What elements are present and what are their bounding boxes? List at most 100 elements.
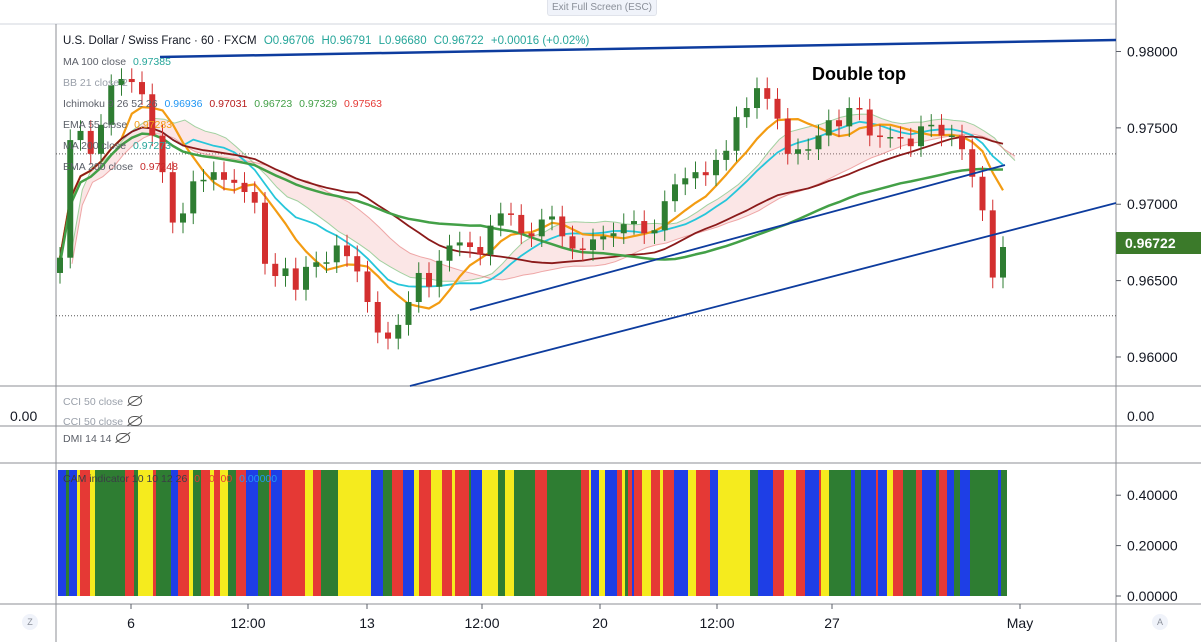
hidden-eye-icon[interactable]	[116, 433, 131, 443]
cam-bar	[851, 470, 855, 596]
legend-value: 0.97385	[132, 56, 171, 68]
candle-body	[907, 138, 914, 147]
price-tick-label: 0.98000	[1127, 43, 1178, 59]
legend-value: 0.97329	[299, 98, 338, 110]
last-price-label: 0.96722	[1116, 232, 1201, 254]
cam-bar	[271, 470, 282, 596]
cam-bar	[80, 470, 90, 596]
cam-bar	[471, 470, 482, 596]
cam-bar	[305, 470, 313, 596]
cam-bar	[605, 470, 617, 596]
cam-bar	[134, 470, 138, 596]
cam-bar	[936, 470, 939, 596]
legend-ma200[interactable]: MA 200 close 0.97273	[63, 140, 171, 152]
price-tick-label: 0.96500	[1127, 273, 1178, 289]
cam-value: 0.50000	[194, 473, 233, 485]
cam-bar	[258, 470, 261, 596]
time-tick-label: May	[1007, 615, 1033, 631]
cam-bar	[90, 470, 95, 596]
legend-bb[interactable]: BB 21 close 2	[63, 77, 128, 89]
candle-body	[928, 124, 935, 127]
candle-body	[918, 126, 924, 147]
dmi-legend[interactable]: DMI 14 14	[63, 433, 131, 445]
auto-scale-button[interactable]: A	[1152, 614, 1168, 630]
candle-body	[395, 324, 402, 339]
cam-bar	[642, 470, 651, 596]
cam-bar	[560, 470, 564, 596]
cam-bar	[106, 470, 114, 596]
candle-body	[723, 150, 730, 160]
cam-bar	[939, 470, 947, 596]
cci-legend-2[interactable]: CCI 50 close	[63, 416, 143, 428]
cam-bar	[482, 470, 493, 596]
cam-bar	[628, 470, 632, 596]
cam-bar	[674, 470, 688, 596]
cam-bar	[383, 470, 392, 596]
cam-bar	[696, 470, 710, 596]
candle-body	[139, 82, 145, 95]
chart-canvas[interactable]: 0.98000 0.97500 0.97000 0.96500 0.96000 Doubl…	[0, 0, 1201, 642]
candle-body	[200, 179, 207, 182]
cam-bar	[984, 470, 991, 596]
legend-ichimoku[interactable]: Ichimoku 9 26 52 26 0.96936 0.97031 0.96…	[63, 98, 382, 110]
low-value: L0.96680	[378, 35, 427, 47]
symbol-name[interactable]: U.S. Dollar / Swiss Franc · 60 · FXCM	[63, 35, 257, 47]
cam-bar	[201, 470, 210, 596]
candle-body	[959, 135, 965, 150]
cci-legend-1[interactable]: CCI 50 close	[63, 396, 143, 408]
exit-fullscreen-button[interactable]: Exit Full Screen (ESC)	[547, 0, 657, 16]
cam-bar	[442, 470, 452, 596]
candle-body	[692, 172, 699, 179]
cam-bar	[338, 470, 343, 596]
cam-bar	[502, 470, 505, 596]
cam-bar	[991, 470, 998, 596]
candle-body	[77, 130, 84, 141]
cam-bar	[819, 470, 821, 596]
cam-bar	[903, 470, 916, 596]
cam-bar	[589, 470, 591, 596]
cam-bar	[893, 470, 903, 596]
cam-legend[interactable]: CAM indicator 10 10 12 26 0.50000 0.0000…	[63, 473, 277, 485]
candle-body	[754, 88, 760, 109]
legend-ma100[interactable]: MA 100 close 0.97385	[63, 56, 171, 68]
legend-ema55[interactable]: EMA 55 close 0.97283	[63, 119, 172, 131]
candle-body	[528, 233, 535, 237]
cam-bar	[125, 470, 134, 596]
zoom-button[interactable]: Z	[22, 614, 38, 630]
cam-bar	[178, 470, 189, 596]
cam-bar	[731, 470, 740, 596]
candle-body	[877, 135, 883, 138]
time-tick-label: 6	[127, 615, 135, 631]
cam-bar	[1001, 470, 1007, 596]
candle-body	[405, 301, 412, 325]
hidden-eye-icon[interactable]	[128, 416, 143, 426]
legend-ema200[interactable]: EMA 200 close 0.97248	[63, 161, 178, 173]
candle-body	[682, 178, 689, 185]
price-tick-label: 0.97500	[1127, 120, 1178, 136]
legend-label: Ichimoku 9 26 52 26	[63, 98, 158, 110]
cam-bar	[220, 470, 223, 596]
candle-body	[210, 172, 217, 180]
cam-bar	[297, 470, 305, 596]
candle-body	[128, 78, 135, 83]
legend-label: BB 21 close 2	[63, 77, 128, 89]
candle-body	[559, 216, 566, 237]
candle-body	[836, 120, 842, 127]
cam-bar	[591, 470, 599, 596]
cam-bar	[452, 470, 455, 596]
cam-bar	[632, 470, 634, 596]
cam-bar	[540, 470, 542, 596]
change-value: +0.00016 (+0.02%)	[490, 35, 590, 47]
cam-bar	[821, 470, 829, 596]
cam-bar	[970, 470, 984, 596]
candle-body	[897, 137, 904, 139]
cam-bar	[998, 470, 1001, 596]
cam-bar	[419, 470, 421, 596]
candle-body	[364, 271, 371, 302]
cam-bar	[223, 470, 228, 596]
cam-bar	[514, 470, 527, 596]
cam-bar	[313, 470, 321, 596]
candle-body	[795, 149, 801, 154]
cam-bar	[398, 470, 403, 596]
hidden-eye-icon[interactable]	[128, 396, 143, 406]
